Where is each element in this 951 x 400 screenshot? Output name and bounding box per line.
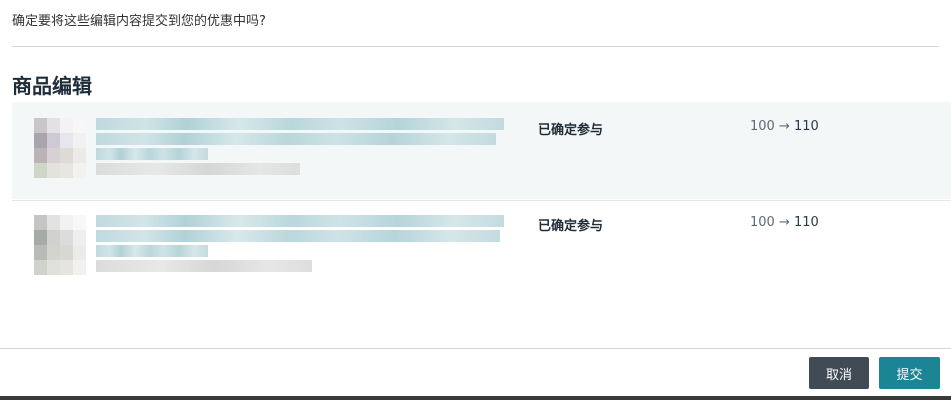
product-edit-row: 已确定参与 100 → 110 <box>12 200 951 295</box>
old-value: 100 <box>750 119 775 134</box>
participation-status: 已确定参与 <box>538 123 604 138</box>
submit-button[interactable]: 提交 <box>879 357 940 389</box>
confirm-question: 确定要将这些编辑内容提交到您的优惠中吗? <box>12 14 266 29</box>
arrow-icon: → <box>778 119 790 134</box>
arrow-icon: → <box>778 215 790 230</box>
section-title: 商品编辑 <box>12 74 92 98</box>
divider <box>12 46 939 47</box>
footer-divider <box>0 348 951 349</box>
background-edge <box>0 396 951 400</box>
confirm-dialog: 确定要将这些编辑内容提交到您的优惠中吗? 商品编辑 已确定参与 100 → 11… <box>0 0 951 400</box>
old-value: 100 <box>750 215 775 230</box>
product-thumbnail <box>34 118 86 178</box>
value-change: 100 → 110 <box>750 119 819 134</box>
participation-status: 已确定参与 <box>538 219 604 234</box>
new-value: 110 <box>794 119 819 134</box>
value-change: 100 → 110 <box>750 215 819 230</box>
product-name-redacted <box>96 118 504 178</box>
new-value: 110 <box>794 215 819 230</box>
product-thumbnail <box>34 215 86 275</box>
product-edit-row: 已确定参与 100 → 110 <box>12 102 951 199</box>
product-name-redacted <box>96 215 504 275</box>
cancel-button[interactable]: 取消 <box>809 357 869 389</box>
